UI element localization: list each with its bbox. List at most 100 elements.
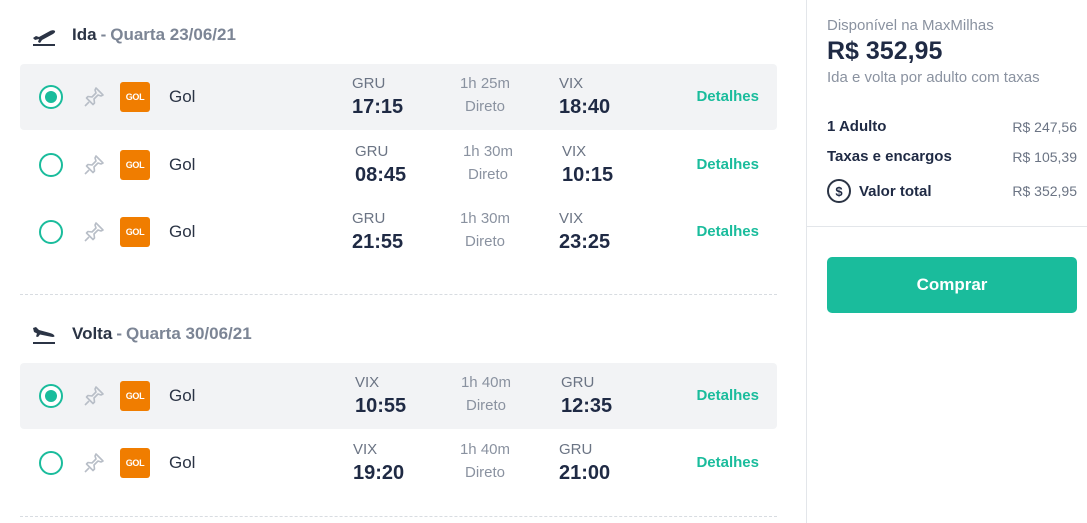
departure-airport: VIX	[353, 441, 378, 458]
flight-duration: 1h 30m	[459, 210, 511, 227]
details-link[interactable]: Detalhes	[696, 156, 759, 173]
buy-button[interactable]: Comprar	[827, 257, 1077, 313]
arrival-time: 12:35	[561, 395, 613, 417]
departure-time: 19:20	[353, 462, 405, 484]
price-note: Ida e volta por adulto com taxas	[827, 69, 1040, 86]
price-summary: Disponível na MaxMilhas R$ 352,95 Ida e …	[806, 0, 1087, 523]
flight-row[interactable]: GOL Gol GRU 08:45 1h 30m Direto VIX 10:1…	[20, 132, 777, 198]
price-line-label: Taxas e encargos	[827, 148, 952, 165]
gol-logo: GOL	[120, 150, 150, 180]
departure-time: 17:15	[352, 96, 404, 118]
price-line-taxes: Taxas e encargos R$ 105,39	[827, 148, 1077, 165]
departure-time: 08:45	[355, 164, 407, 186]
departure: GRU 21:55	[352, 210, 403, 256]
departure-airport: VIX	[355, 374, 380, 391]
outbound-direction: Ida	[72, 25, 97, 44]
gol-logo-text: GOL	[125, 391, 145, 401]
flight-row[interactable]: GOL Gol VIX 19:20 1h 40m Direto GRU 21:0…	[20, 430, 777, 496]
return-direction: Volta	[72, 324, 113, 343]
flight-type: Direto	[467, 166, 508, 183]
flight-radio[interactable]	[39, 451, 63, 475]
flight-radio[interactable]	[39, 153, 63, 177]
arrival-airport: VIX	[559, 210, 584, 227]
departure: VIX 19:20	[353, 441, 404, 487]
arrival: VIX 18:40	[559, 75, 610, 121]
flight-info: 1h 40m Direto	[451, 374, 521, 420]
outbound-separator: -	[100, 25, 107, 44]
flight-type: Direto	[464, 98, 505, 115]
return-date: Quarta 30/06/21	[125, 324, 252, 343]
gol-logo: GOL	[120, 82, 150, 112]
gol-logo: GOL	[120, 448, 150, 478]
plane-takeoff-icon	[33, 30, 56, 46]
flight-type: Direto	[465, 397, 506, 414]
arrival: VIX 10:15	[562, 143, 613, 189]
price-line-label: Valor total	[859, 182, 932, 200]
departure-airport: GRU	[352, 75, 386, 92]
departure-time: 10:55	[355, 395, 407, 417]
pin-icon[interactable]	[82, 384, 106, 408]
outbound-date: Quarta 23/06/21	[110, 25, 236, 44]
arrival-time: 18:40	[559, 96, 611, 118]
flight-radio[interactable]	[39, 85, 63, 109]
departure-airport: GRU	[355, 143, 389, 160]
flight-duration: 1h 40m	[459, 441, 511, 458]
total-price: R$ 352,95	[827, 37, 943, 65]
details-link[interactable]: Detalhes	[696, 387, 759, 404]
dollar-coin-icon: $	[827, 179, 851, 203]
flight-info: 1h 40m Direto	[450, 441, 520, 487]
departure-airport: GRU	[352, 210, 386, 227]
gol-logo-text: GOL	[125, 458, 145, 468]
arrival: GRU 12:35	[561, 374, 612, 420]
details-link[interactable]: Detalhes	[696, 88, 759, 105]
airline-name: Gol	[169, 87, 196, 106]
flight-row[interactable]: GOL Gol GRU 17:15 1h 25m Direto VIX 18:4…	[20, 64, 777, 130]
details-link[interactable]: Detalhes	[696, 454, 759, 471]
airline-name: Gol	[169, 222, 196, 241]
flight-row[interactable]: GOL Gol GRU 21:55 1h 30m Direto VIX 23:2…	[20, 199, 777, 265]
return-separator: -	[116, 324, 122, 343]
arrival-time: 10:15	[562, 164, 614, 186]
flight-radio[interactable]	[39, 220, 63, 244]
flight-info: 1h 30m Direto	[450, 210, 520, 256]
departure: VIX 10:55	[355, 374, 406, 420]
flight-duration: 1h 25m	[459, 75, 511, 92]
price-line-label-wrap: $ Valor total	[827, 179, 932, 203]
departure-time: 21:55	[352, 231, 404, 253]
airline-name: Gol	[169, 386, 196, 405]
gol-logo-text: GOL	[125, 227, 145, 237]
outbound-header: Ida - Quarta 23/06/21	[30, 23, 236, 47]
flight-info: 1h 25m Direto	[450, 75, 520, 121]
flight-list: Ida - Quarta 23/06/21 GOL Gol GRU 17:15 …	[0, 0, 806, 523]
gol-logo: GOL	[120, 217, 150, 247]
airline-name: Gol	[169, 155, 196, 174]
flight-duration: 1h 30m	[462, 143, 514, 160]
gol-logo-text: GOL	[125, 160, 145, 170]
price-line-total: $ Valor total R$ 352,95	[827, 179, 1077, 203]
price-line-adult: 1 Adulto R$ 247,56	[827, 118, 1077, 135]
section-divider	[20, 516, 777, 517]
arrival-time: 21:00	[559, 462, 611, 484]
pin-icon[interactable]	[82, 153, 106, 177]
pin-icon[interactable]	[82, 220, 106, 244]
flight-radio[interactable]	[39, 384, 63, 408]
gol-logo-text: GOL	[125, 92, 145, 102]
flight-row[interactable]: GOL Gol VIX 10:55 1h 40m Direto GRU 12:3…	[20, 363, 777, 429]
pin-icon[interactable]	[82, 85, 106, 109]
flight-type: Direto	[464, 464, 505, 481]
summary-divider	[807, 226, 1087, 227]
details-link[interactable]: Detalhes	[696, 223, 759, 240]
pin-icon[interactable]	[82, 451, 106, 475]
price-line-value: R$ 105,39	[1012, 148, 1077, 165]
plane-landing-icon	[33, 327, 55, 344]
departure: GRU 08:45	[355, 143, 406, 189]
arrival-time: 23:25	[559, 231, 611, 253]
availability-label: Disponível na MaxMilhas	[827, 17, 994, 34]
arrival: GRU 21:00	[559, 441, 610, 487]
price-line-value: R$ 247,56	[1012, 118, 1077, 135]
price-line-label: 1 Adulto	[827, 118, 887, 135]
flight-type: Direto	[464, 233, 505, 250]
arrival-airport: VIX	[562, 143, 587, 160]
return-header: Volta - Quarta 30/06/21	[30, 322, 252, 346]
flight-info: 1h 30m Direto	[453, 143, 523, 189]
